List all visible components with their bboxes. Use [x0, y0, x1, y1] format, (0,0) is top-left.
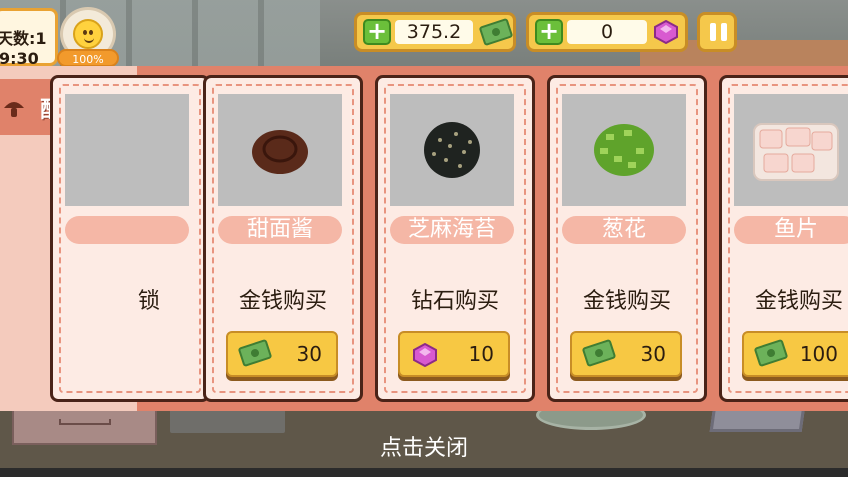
item-name [65, 216, 189, 244]
cash-icon [753, 338, 789, 368]
cash-icon [581, 338, 617, 368]
shop-card[interactable]: 甜面酱 金钱购买 30 [203, 75, 363, 402]
mushroom-icon [4, 102, 24, 117]
drawer-handle [59, 419, 111, 425]
cash-icon [478, 17, 514, 47]
buy-button[interactable]: 10 [398, 331, 510, 377]
shop-card[interactable]: 芝麻海苔 钻石购买 10 [375, 75, 535, 402]
purchase-method: 金钱购买 [754, 289, 843, 314]
pause-button[interactable] [697, 12, 737, 52]
money-value: 375.2 [395, 20, 473, 44]
item-name: 鱼片 [734, 216, 848, 244]
item-image [390, 94, 514, 206]
cash-icon [237, 338, 273, 368]
day-counter: 天数:1 [0, 29, 47, 48]
purchase-method: 金钱购买 [582, 289, 671, 314]
close-hint[interactable]: 点击关闭 [0, 430, 848, 462]
item-name: 葱花 [562, 216, 686, 244]
locked-text: 锁 [137, 289, 160, 314]
buy-button[interactable]: 100 [742, 331, 848, 377]
gem-counter: + 0 [526, 12, 688, 52]
price-value: 100 [799, 342, 838, 366]
price-value: 10 [468, 342, 494, 366]
gem-icon [654, 20, 678, 44]
sweet-bean-sauce-icon [252, 130, 308, 174]
price-value: 30 [640, 342, 666, 366]
add-gems-button[interactable]: + [535, 19, 563, 45]
scallion-icon [594, 124, 654, 176]
item-name: 芝麻海苔 [390, 216, 514, 244]
item-image [562, 94, 686, 206]
item-image [218, 94, 342, 206]
shop-card[interactable]: 葱花 金钱购买 30 [547, 75, 707, 402]
day-time-panel: 天数:1 9:30 [0, 8, 58, 68]
sesame-seaweed-icon [424, 122, 480, 178]
item-image [65, 94, 189, 206]
item-name: 甜面酱 [218, 216, 342, 244]
shop-card[interactable]: 鱼片 金钱购买 100 [719, 75, 848, 402]
add-money-button[interactable]: + [363, 19, 391, 45]
money-counter: + 375.2 [354, 12, 516, 52]
bottom-bar [0, 468, 848, 477]
buy-button[interactable]: 30 [226, 331, 338, 377]
shop-card[interactable]: 锁 [50, 75, 210, 402]
fish-slice-icon [753, 123, 839, 181]
gem-value: 0 [567, 20, 647, 44]
buy-button[interactable]: 30 [570, 331, 682, 377]
gem-icon [413, 343, 437, 367]
smiley-face-icon [73, 19, 103, 49]
purchase-method: 钻石购买 [410, 289, 499, 314]
item-image [734, 94, 848, 206]
price-value: 30 [296, 342, 322, 366]
mood-percent: 100% [57, 49, 119, 67]
purchase-method: 金钱购买 [238, 289, 327, 314]
